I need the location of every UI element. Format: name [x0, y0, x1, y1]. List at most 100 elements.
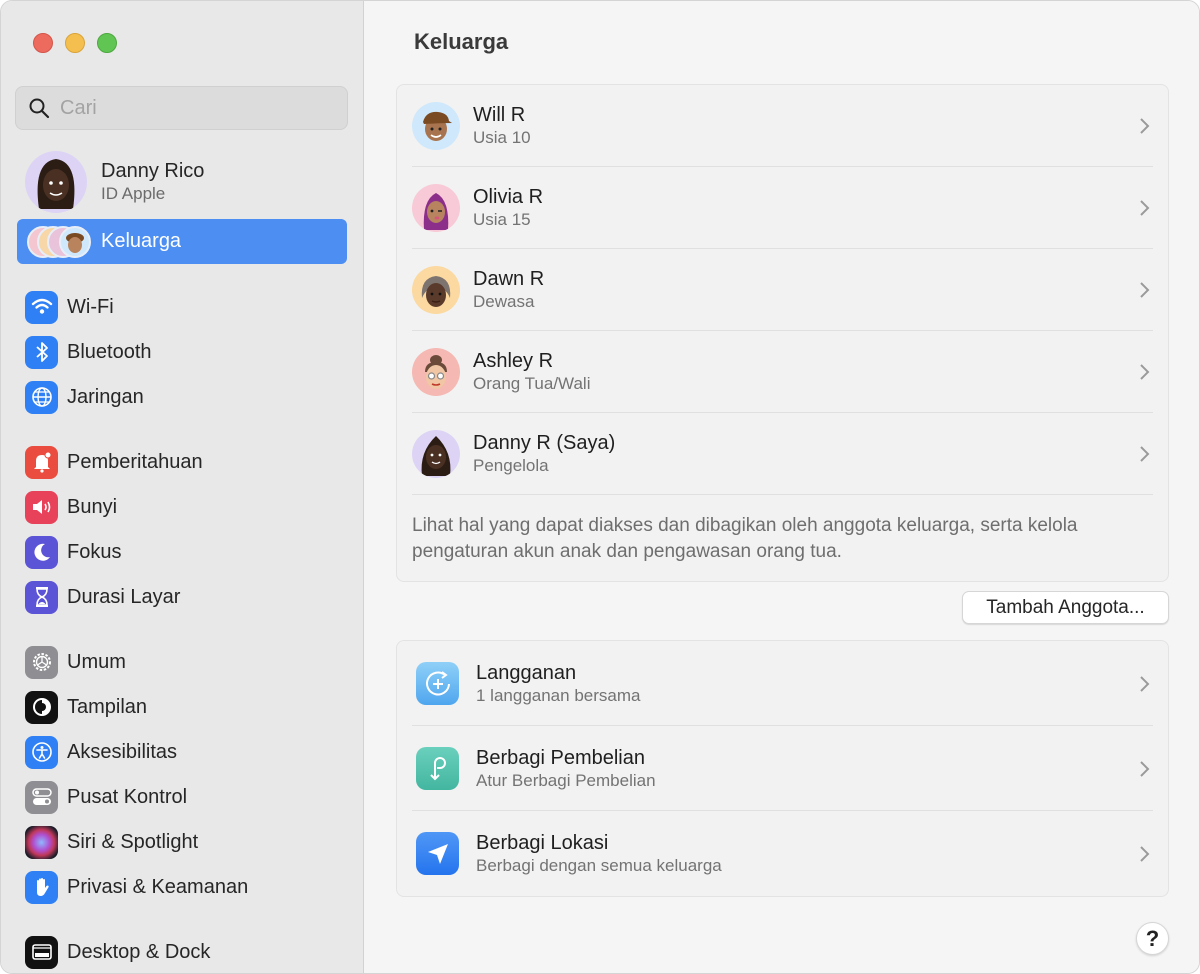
search-icon — [29, 98, 50, 119]
sidebar-item-siri-spotlight[interactable]: Siri & Spotlight — [25, 825, 198, 859]
service-title: Berbagi Lokasi — [476, 831, 609, 854]
sidebar-item-label: Bunyi — [67, 495, 118, 518]
member-role: Usia 15 — [473, 210, 531, 229]
sidebar-item-label: Desktop & Dock — [67, 940, 211, 963]
sidebar-item-screen-time[interactable]: Durasi Layar — [25, 580, 180, 614]
sidebar-item-focus[interactable]: Fokus — [25, 535, 121, 569]
profile-subtitle: ID Apple — [101, 184, 166, 203]
siri-icon — [25, 825, 58, 859]
member-role: Dewasa — [473, 292, 535, 311]
chevron-right-icon — [1140, 446, 1150, 462]
member-role: Usia 10 — [473, 128, 531, 147]
window-controls — [33, 33, 117, 53]
subscription-icon — [416, 662, 459, 705]
member-row-dawn[interactable]: Dawn R Dewasa — [397, 249, 1168, 331]
service-subtitle: Atur Berbagi Pembelian — [476, 770, 656, 790]
sidebar-item-label: Tampilan — [67, 695, 148, 718]
member-name: Dawn R — [473, 268, 545, 290]
sidebar-item-appearance[interactable]: Tampilan — [25, 690, 147, 724]
apple-id-profile[interactable]: Danny Rico ID Apple — [25, 151, 204, 213]
service-subtitle: 1 langganan bersama — [476, 685, 641, 705]
sidebar-item-label: Pemberitahuan — [67, 450, 203, 473]
sidebar-item-label: Bluetooth — [67, 340, 152, 363]
chevron-right-icon — [1140, 760, 1150, 777]
close-window-button[interactable] — [33, 33, 53, 53]
search-input[interactable] — [60, 96, 320, 120]
chevron-right-icon — [1140, 675, 1150, 692]
gear-icon — [25, 645, 58, 679]
sidebar-item-privacy-security[interactable]: Privasi & Keamanan — [25, 870, 248, 904]
sidebar-item-label: Jaringan — [67, 385, 144, 408]
sidebar-item-label: Fokus — [67, 540, 122, 563]
sidebar-item-general[interactable]: Umum — [25, 645, 126, 679]
member-name: Ashley R — [473, 350, 554, 372]
sidebar-item-label: Umum — [67, 650, 126, 673]
search-field[interactable] — [15, 86, 348, 130]
main-content: Keluarga Will R Usia 10 Olivia R Usia 15… — [365, 1, 1199, 973]
service-row-subscriptions[interactable]: Langganan 1 langganan bersama — [397, 641, 1168, 726]
member-row-olivia[interactable]: Olivia R Usia 15 — [397, 167, 1168, 249]
member-role: Pengelola — [473, 456, 549, 475]
member-role: Orang Tua/Wali — [473, 374, 591, 393]
system-settings-window: Danny Rico ID Apple Keluarga — [0, 0, 1200, 974]
sidebar-item-accessibility[interactable]: Aksesibilitas — [25, 735, 177, 769]
service-title: Berbagi Pembelian — [476, 746, 645, 769]
sidebar-item-label: Durasi Layar — [67, 585, 181, 608]
sidebar-item-sound[interactable]: Bunyi — [25, 490, 117, 524]
member-row-will[interactable]: Will R Usia 10 — [397, 85, 1168, 167]
family-services-card: Langganan 1 langganan bersama Berbagi Pe… — [396, 640, 1169, 897]
profile-avatar — [25, 151, 87, 213]
sidebar-item-label: Keluarga — [101, 230, 182, 252]
minimize-window-button[interactable] — [65, 33, 85, 53]
chevron-right-icon — [1140, 118, 1150, 134]
sidebar-item-network[interactable]: Jaringan — [25, 380, 144, 414]
sidebar-item-control-center[interactable]: Pusat Kontrol — [25, 780, 187, 814]
wifi-icon — [25, 290, 58, 324]
bluetooth-icon — [25, 335, 58, 369]
sidebar-item-notifications[interactable]: Pemberitahuan — [25, 445, 203, 479]
service-subtitle: Berbagi dengan semua keluarga — [476, 855, 722, 875]
sidebar-item-label: Pusat Kontrol — [67, 785, 188, 808]
chevron-right-icon — [1140, 200, 1150, 216]
family-avatars-icon — [27, 225, 93, 259]
toggles-icon — [25, 780, 58, 814]
hand-icon — [25, 870, 58, 904]
help-button[interactable]: ? — [1136, 922, 1169, 955]
service-title: Langganan — [476, 661, 577, 684]
service-row-purchase-sharing[interactable]: Berbagi Pembelian Atur Berbagi Pembelian — [397, 726, 1168, 811]
member-name: Will R — [473, 104, 526, 126]
accessibility-icon — [25, 735, 58, 769]
chevron-right-icon — [1140, 845, 1150, 862]
sidebar-item-wifi[interactable]: Wi-Fi — [25, 290, 114, 324]
chevron-right-icon — [1140, 364, 1150, 380]
maximize-window-button[interactable] — [97, 33, 117, 53]
sidebar-item-bluetooth[interactable]: Bluetooth — [25, 335, 152, 369]
profile-name: Danny Rico — [101, 160, 205, 182]
member-avatar — [412, 430, 460, 478]
family-members-card: Will R Usia 10 Olivia R Usia 15 Dawn R D… — [396, 84, 1169, 582]
member-name: Danny R (Saya) — [473, 432, 616, 454]
member-avatar — [412, 348, 460, 396]
add-member-button[interactable]: Tambah Anggota... — [962, 591, 1169, 624]
sidebar-item-label: Privasi & Keamanan — [67, 875, 249, 898]
bell-icon — [25, 445, 58, 479]
member-row-ashley[interactable]: Ashley R Orang Tua/Wali — [397, 331, 1168, 413]
member-avatar — [412, 184, 460, 232]
sidebar-item-label: Wi-Fi — [67, 295, 114, 318]
hourglass-icon — [25, 580, 58, 614]
member-avatar — [412, 102, 460, 150]
purchase-sharing-icon — [416, 747, 459, 790]
globe-icon — [25, 380, 58, 414]
speaker-icon — [25, 490, 58, 524]
sidebar-item-family[interactable]: Keluarga — [17, 219, 347, 264]
appearance-icon — [25, 690, 58, 724]
member-name: Olivia R — [473, 186, 544, 208]
service-row-location-sharing[interactable]: Berbagi Lokasi Berbagi dengan semua kelu… — [397, 811, 1168, 896]
sidebar-item-label: Aksesibilitas — [67, 740, 178, 763]
moon-icon — [25, 535, 58, 569]
location-arrow-icon — [416, 832, 459, 875]
sidebar-item-desktop-dock[interactable]: Desktop & Dock — [25, 935, 210, 969]
member-avatar — [412, 266, 460, 314]
sidebar-item-label: Siri & Spotlight — [67, 830, 199, 853]
member-row-danny[interactable]: Danny R (Saya) Pengelola — [397, 413, 1168, 495]
